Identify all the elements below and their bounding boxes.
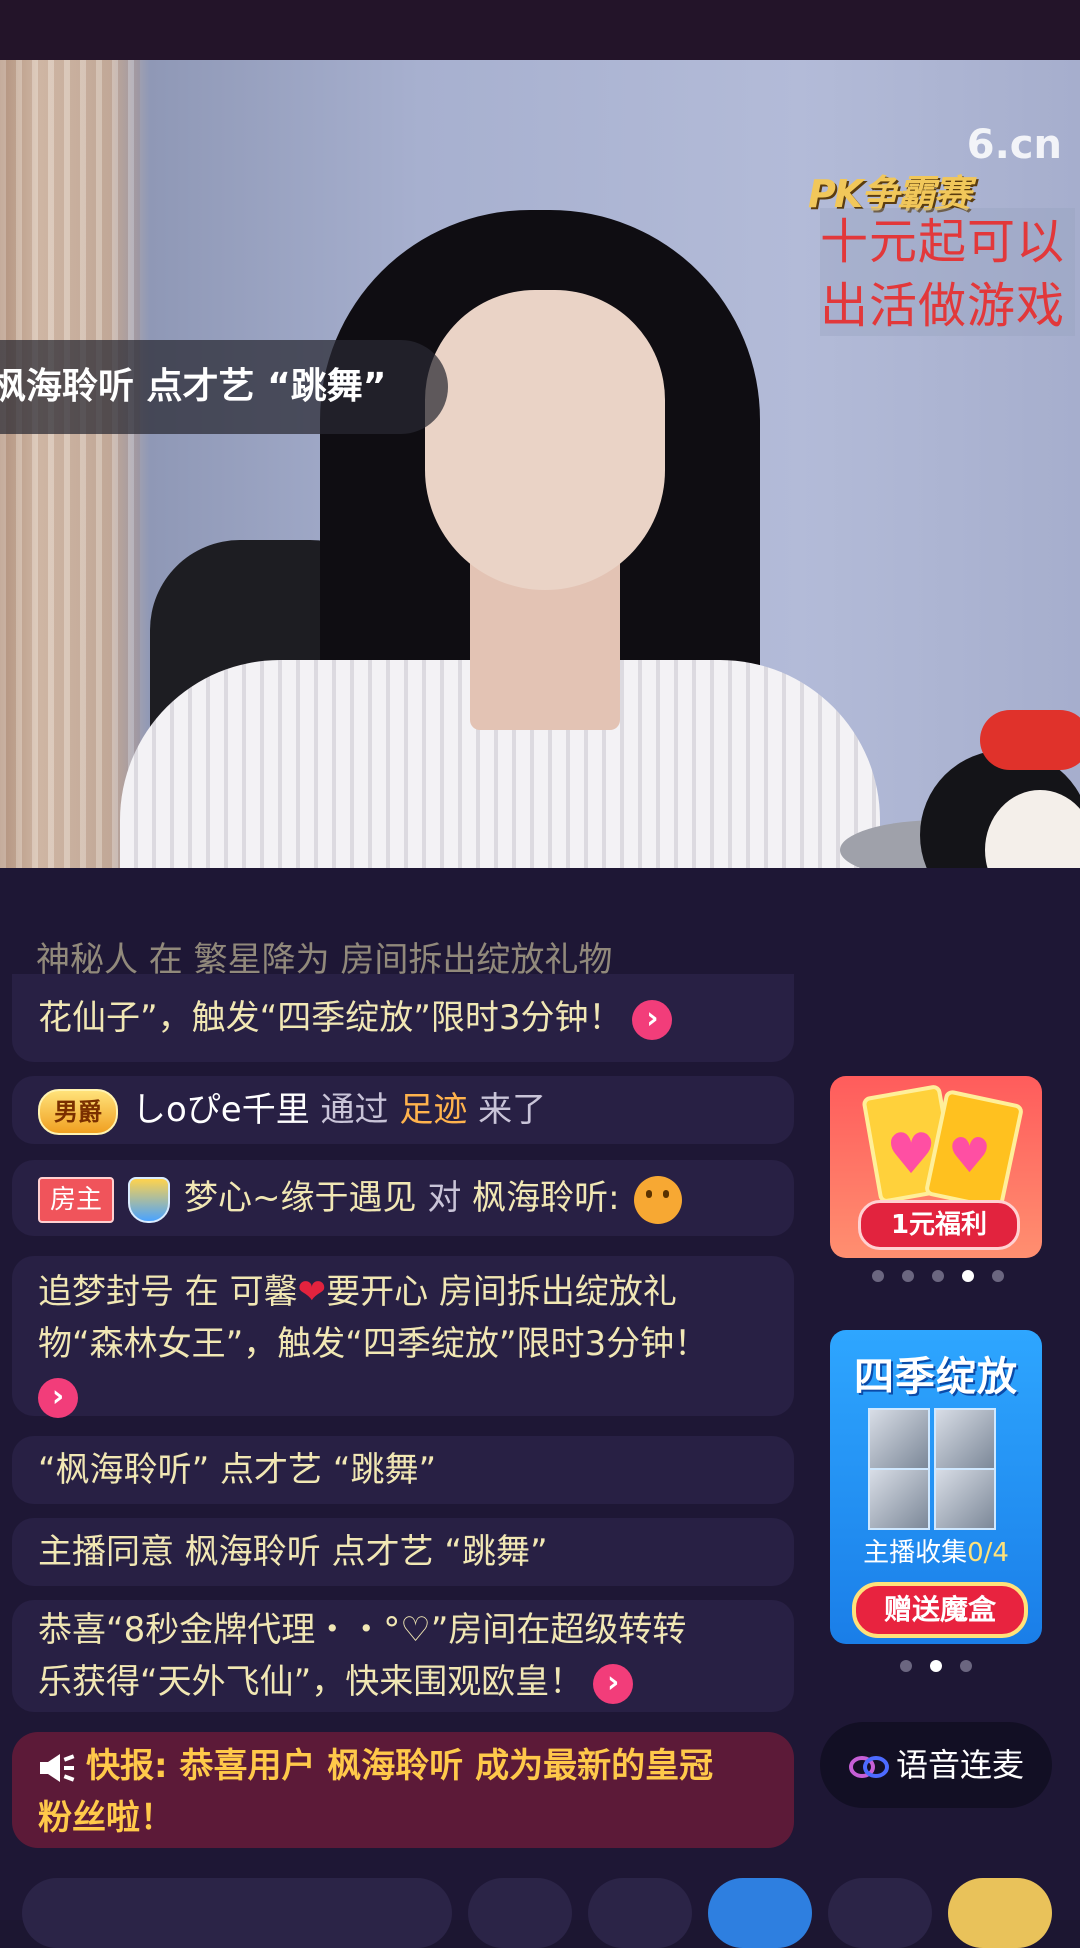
carousel-dot[interactable] xyxy=(992,1270,1004,1282)
chat-message: 主播同意 枫海聆听 点才艺 “跳舞” xyxy=(12,1518,794,1586)
chat-username[interactable]: しoぴe千里 xyxy=(132,1090,310,1130)
flash-line-2: 粉丝啦！ xyxy=(38,1798,174,1838)
owner-badge: 房主 xyxy=(38,1176,115,1223)
chat-line-1: 恭喜“8秒金牌代理・・°♡”房间在超级转转 xyxy=(38,1610,687,1650)
chat-line-2: 物“森林女王”，触发“四季绽放”限时3分钟！ xyxy=(38,1324,709,1364)
collect-label: 主播收集 xyxy=(863,1538,968,1568)
chat-message-text: 主播同意 枫海聆听 点才艺 “跳舞” xyxy=(38,1532,548,1572)
welfare-promo-card[interactable]: ♥ ♥ 1元福利 xyxy=(830,1076,1042,1258)
carousel-dots-1 xyxy=(872,1270,1004,1282)
carousel-dots-2 xyxy=(900,1660,972,1672)
rank-badge: 男爵 xyxy=(38,1088,118,1135)
streamer-face xyxy=(425,290,665,590)
chevron-right-icon[interactable]: › xyxy=(632,999,673,1040)
chevron-right-icon[interactable]: › xyxy=(38,1377,78,1418)
speaker-icon xyxy=(40,1753,75,1782)
chat-source: 足迹 xyxy=(399,1090,468,1130)
collect-count: 0/4 xyxy=(967,1538,1009,1568)
pk-line-2: 出活做游戏 xyxy=(820,278,1066,334)
chat-username[interactable]: 梦心~缘于遇见 xyxy=(184,1178,417,1218)
flash-line-1: 恭喜用户 枫海聆听 成为最新的皇冠 xyxy=(167,1746,714,1786)
floating-notice-text: 枫海聆听 点才艺 “跳舞” xyxy=(0,366,387,407)
season-thumbnail xyxy=(934,1468,996,1530)
gift-button[interactable] xyxy=(948,1878,1052,1948)
heart-icon: ♥ xyxy=(948,1128,992,1184)
voice-link-button[interactable]: 语音连麦 xyxy=(820,1722,1052,1808)
carousel-dot-active[interactable] xyxy=(962,1270,974,1282)
pk-line-1: 十元起可以 xyxy=(820,214,1066,270)
chat-line-1b: 要开心 房间拆出绽放礼 xyxy=(326,1272,677,1312)
chat-message: 追梦封号 在 可馨❤要开心 房间拆出绽放礼 物“森林女王”，触发“四季绽放”限时… xyxy=(12,1256,794,1418)
chat-message: 恭喜“8秒金牌代理・・°♡”房间在超级转转 乐获得“天外飞仙”，快来围观欧皇！ › xyxy=(12,1600,794,1712)
chat-message-partial: 神秘人 在 繁星降为 房间拆出绽放礼物 xyxy=(36,940,613,980)
chat-line-1: 追梦封号 在 可馨 xyxy=(38,1272,298,1312)
chat-target[interactable]: 枫海聆听: xyxy=(472,1178,619,1218)
chat-message: 男爵 しoぴe千里 通过 足迹 来了 xyxy=(12,1076,794,1144)
chat-connector: 对 xyxy=(427,1178,462,1218)
flash-announcement: 快报: 恭喜用户 枫海聆听 成为最新的皇冠 粉丝啦！ xyxy=(12,1732,794,1848)
carousel-dot-active[interactable] xyxy=(930,1660,942,1672)
toolbar-button[interactable] xyxy=(588,1878,692,1948)
chat-message-text: “枫海聆听” 点才艺 “跳舞” xyxy=(38,1450,437,1490)
carousel-dot[interactable] xyxy=(872,1270,884,1282)
floating-notice: 枫海聆听 点才艺 “跳舞” xyxy=(0,340,448,434)
chat-message: “枫海聆听” 点才艺 “跳舞” xyxy=(12,1436,794,1504)
chat-message: 房主 梦心~缘于遇见 对 枫海聆听: xyxy=(12,1160,794,1236)
chat-connector: 通过 xyxy=(320,1090,389,1130)
curtain xyxy=(0,60,140,868)
carousel-dot[interactable] xyxy=(932,1270,944,1282)
chat-input[interactable] xyxy=(22,1878,452,1948)
voice-link-label: 语音连麦 xyxy=(895,1746,1024,1784)
chevron-right-icon[interactable]: › xyxy=(593,1663,634,1704)
season-thumbnail xyxy=(934,1408,996,1470)
site-watermark: 6.cn xyxy=(966,122,1062,168)
four-seasons-promo-card[interactable]: 四季绽放 主播收集0/4 赠送魔盒 xyxy=(830,1330,1042,1644)
season-thumbnail xyxy=(868,1468,930,1530)
chat-suffix: 来了 xyxy=(478,1090,547,1130)
bottom-toolbar xyxy=(0,1878,1080,1948)
status-bar xyxy=(0,0,1080,60)
collect-progress: 主播收集0/4 xyxy=(830,1532,1042,1569)
live-video[interactable]: 6.cn PK争霸赛 十元起可以 出活做游戏 枫海聆听 点才艺 “跳舞” xyxy=(0,60,1080,868)
chat-message: 神秘人 在 繁星降为 房间拆出绽放礼物 花仙子”，触发“四季绽放”限时3分钟！ › xyxy=(12,940,794,1062)
welfare-button[interactable]: 1元福利 xyxy=(858,1200,1020,1250)
send-magic-box-button[interactable]: 赠送魔盒 xyxy=(852,1582,1028,1638)
link-icon xyxy=(848,1756,889,1778)
emoji-icon xyxy=(633,1175,682,1224)
promo-title: 四季绽放 xyxy=(854,1354,1018,1400)
flash-prefix: 快报: xyxy=(86,1746,168,1786)
toolbar-button[interactable] xyxy=(708,1878,812,1948)
plush-toy-bow xyxy=(980,710,1080,770)
toolbar-button[interactable] xyxy=(468,1878,572,1948)
carousel-dot[interactable] xyxy=(960,1660,972,1672)
toolbar-button[interactable] xyxy=(828,1878,932,1948)
carousel-dot[interactable] xyxy=(902,1270,914,1282)
chat-message-text: 花仙子”，触发“四季绽放”限时3分钟！ xyxy=(38,998,623,1038)
heart-icon: ❤ xyxy=(297,1272,327,1312)
season-thumbnail xyxy=(868,1408,930,1470)
chat-line-2: 乐获得“天外飞仙”，快来围观欧皇！ xyxy=(38,1662,584,1702)
heart-icon: ♥ xyxy=(886,1122,937,1187)
carousel-dot[interactable] xyxy=(900,1660,912,1672)
shield-icon xyxy=(128,1176,171,1223)
